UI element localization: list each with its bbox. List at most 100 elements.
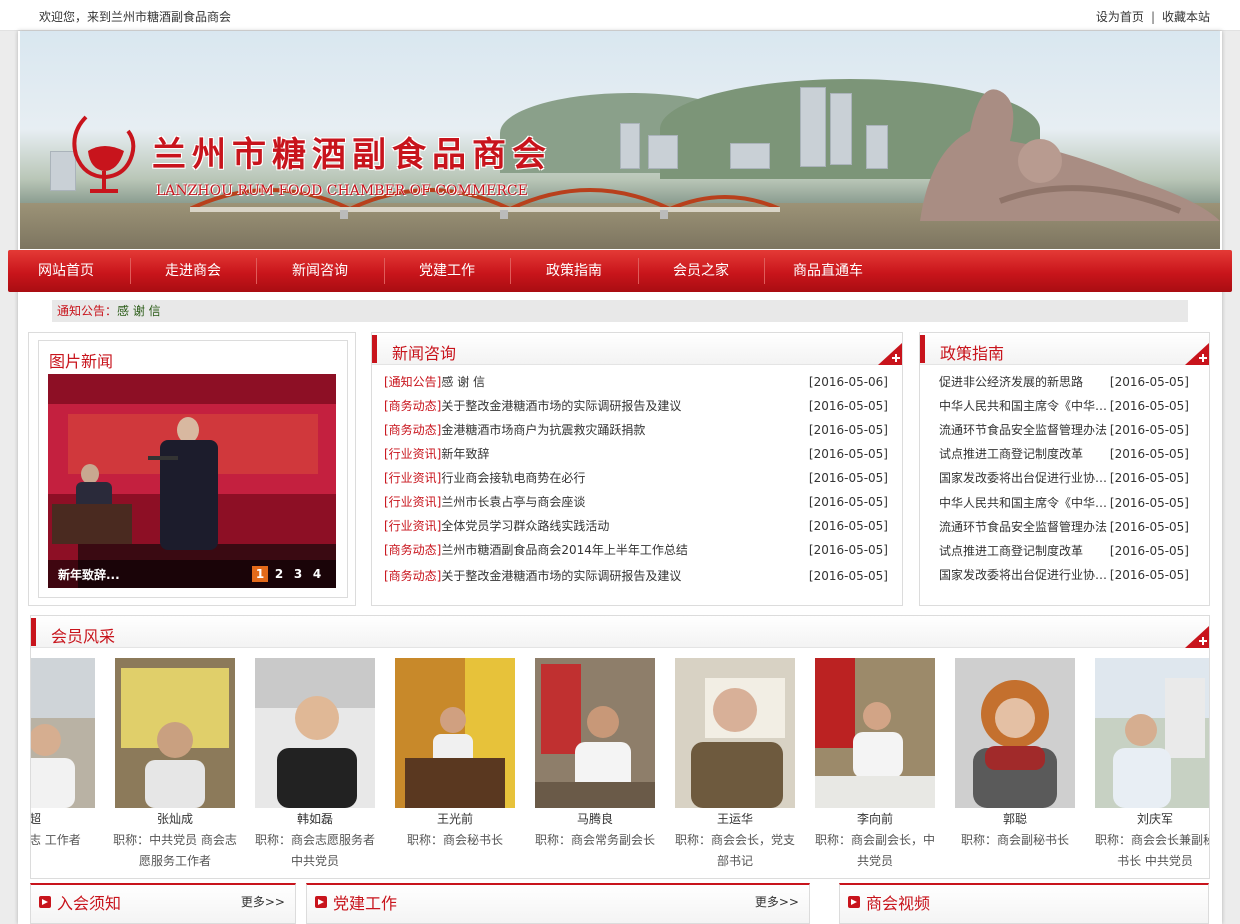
set-home-link[interactable]: 设为首页 bbox=[1096, 10, 1144, 24]
link-separator: | bbox=[1150, 10, 1155, 24]
member-name[interactable]: 韩如磊 bbox=[255, 810, 375, 827]
notice-bar: 通知公告：感 谢 信 bbox=[52, 300, 1188, 322]
news-date: [2016-05-05] bbox=[808, 519, 888, 533]
news-link[interactable]: 新年致辞 bbox=[441, 447, 489, 461]
slide-page-1[interactable]: 1 bbox=[252, 566, 268, 582]
notice-link[interactable]: 感 谢 信 bbox=[117, 304, 161, 318]
nav-divider bbox=[764, 258, 765, 284]
news-row[interactable]: [商务动态]兰州市糖酒副食品商会2014年上半年工作总结 [2016-05-05] bbox=[384, 541, 888, 559]
news-category[interactable]: [通知公告] bbox=[384, 375, 441, 389]
member-name[interactable]: 刘庆军 bbox=[1095, 810, 1209, 827]
slide-page-4[interactable]: 4 bbox=[309, 566, 325, 582]
nav-item-products[interactable]: 商品直通车 bbox=[793, 250, 863, 292]
slide-caption[interactable]: 新年致辞... bbox=[58, 566, 120, 583]
news-category[interactable]: [行业资讯] bbox=[384, 471, 441, 485]
bookmark-link[interactable]: 收藏本站 bbox=[1162, 10, 1210, 24]
member-name[interactable]: 郭聪 bbox=[955, 810, 1075, 827]
policy-row[interactable]: 中华人民共和国主席令《中华… [2016-05-05] bbox=[939, 397, 1189, 415]
policy-link[interactable]: 中华人民共和国主席令《中华… bbox=[939, 397, 1111, 415]
member-role: 职称：商会志愿服务者 中共党员 bbox=[254, 833, 375, 868]
member-photo[interactable] bbox=[395, 658, 515, 808]
policy-row[interactable]: 流通环节食品安全监督管理办法 [2016-05-05] bbox=[939, 421, 1189, 439]
slide-page-3[interactable]: 3 bbox=[290, 566, 306, 582]
policy-row[interactable]: 促进非公经济发展的新思路 [2016-05-05] bbox=[939, 373, 1189, 391]
news-title: 新闻咨询 bbox=[392, 344, 457, 363]
arrow-icon bbox=[848, 896, 860, 908]
policy-link[interactable]: 国家发改委将出台促进行业协… bbox=[939, 566, 1111, 584]
members-title: 会员风采 bbox=[51, 627, 116, 646]
member-role: 职称：商会副秘书长 bbox=[960, 833, 1069, 847]
nav-item-policy[interactable]: 政策指南 bbox=[546, 250, 602, 292]
news-category[interactable]: [商务动态] bbox=[384, 543, 441, 557]
policy-title: 政策指南 bbox=[940, 344, 1005, 363]
member-name[interactable]: 李向前 bbox=[815, 810, 935, 827]
member-name[interactable]: 王光前 bbox=[395, 810, 515, 827]
news-category[interactable]: [商务动态] bbox=[384, 569, 441, 583]
member-photo[interactable] bbox=[675, 658, 795, 808]
member-photo[interactable] bbox=[1095, 658, 1210, 808]
news-link[interactable]: 兰州市长袁占亭与商会座谈 bbox=[441, 495, 585, 509]
news-category[interactable]: [商务动态] bbox=[384, 423, 441, 437]
policy-link[interactable]: 流通环节食品安全监督管理办法 bbox=[939, 421, 1111, 439]
news-row[interactable]: [行业资讯]行业商会接轨电商势在必行 [2016-05-05] bbox=[384, 469, 888, 487]
news-row[interactable]: [行业资讯]兰州市长袁占亭与商会座谈 [2016-05-05] bbox=[384, 493, 888, 511]
nav-item-news[interactable]: 新闻咨询 bbox=[292, 250, 348, 292]
news-link[interactable]: 感 谢 信 bbox=[441, 375, 485, 389]
policy-row[interactable]: 国家发改委将出台促进行业协… [2016-05-05] bbox=[939, 469, 1189, 487]
policy-link[interactable]: 中华人民共和国主席令《中华… bbox=[939, 494, 1111, 512]
news-category[interactable]: [行业资讯] bbox=[384, 447, 441, 461]
news-row[interactable]: [通知公告]感 谢 信 [2016-05-06] bbox=[384, 373, 888, 391]
news-link[interactable]: 金港糖酒市场商户为抗震救灾踊跃捐款 bbox=[441, 423, 645, 437]
news-category[interactable]: [行业资讯] bbox=[384, 495, 441, 509]
news-link[interactable]: 关于整改金港糖酒市场的实际调研报告及建议 bbox=[441, 399, 681, 413]
member-photo[interactable] bbox=[255, 658, 375, 808]
nav-item-party[interactable]: 党建工作 bbox=[419, 250, 475, 292]
policy-link[interactable]: 促进非公经济发展的新思路 bbox=[939, 373, 1111, 391]
policy-row[interactable]: 国家发改委将出台促进行业协… [2016-05-05] bbox=[939, 566, 1189, 584]
policy-link[interactable]: 试点推进工商登记制度改革 bbox=[939, 542, 1111, 560]
news-row[interactable]: [行业资讯]新年致辞 [2016-05-05] bbox=[384, 445, 888, 463]
slide-page-2[interactable]: 2 bbox=[271, 566, 287, 582]
policy-link[interactable]: 流通环节食品安全监督管理办法 bbox=[939, 518, 1111, 536]
policy-row[interactable]: 试点推进工商登记制度改革 [2016-05-05] bbox=[939, 542, 1189, 560]
member-name[interactable]: 超 bbox=[31, 810, 95, 827]
party-more-link[interactable]: 更多>> bbox=[755, 893, 799, 910]
member-photo[interactable] bbox=[815, 658, 935, 808]
picture-news-slideshow[interactable]: 新年致辞... 1 2 3 4 bbox=[48, 374, 336, 588]
member-photo[interactable] bbox=[30, 658, 95, 808]
more-plus-icon[interactable] bbox=[878, 343, 902, 365]
member-photo[interactable] bbox=[535, 658, 655, 808]
policy-date: [2016-05-05] bbox=[1109, 423, 1189, 437]
join-more-link[interactable]: 更多>> bbox=[241, 893, 285, 910]
nav-item-about[interactable]: 走进商会 bbox=[165, 250, 221, 292]
news-row[interactable]: [商务动态]关于整改金港糖酒市场的实际调研报告及建议 [2016-05-05] bbox=[384, 567, 888, 585]
news-category[interactable]: [行业资讯] bbox=[384, 519, 441, 533]
nav-item-members[interactable]: 会员之家 bbox=[673, 250, 729, 292]
policy-date: [2016-05-05] bbox=[1109, 496, 1189, 510]
more-plus-icon[interactable] bbox=[1185, 626, 1209, 648]
more-plus-icon[interactable] bbox=[1185, 343, 1209, 365]
member-name[interactable]: 马腾良 bbox=[535, 810, 655, 827]
member-name[interactable]: 王运华 bbox=[675, 810, 795, 827]
policy-link[interactable]: 试点推进工商登记制度改革 bbox=[939, 445, 1111, 463]
member-name[interactable]: 张灿成 bbox=[115, 810, 235, 827]
policy-row[interactable]: 试点推进工商登记制度改革 [2016-05-05] bbox=[939, 445, 1189, 463]
news-link[interactable]: 关于整改金港糖酒市场的实际调研报告及建议 bbox=[441, 569, 681, 583]
policy-row[interactable]: 中华人民共和国主席令《中华… [2016-05-05] bbox=[939, 494, 1189, 512]
news-row[interactable]: [行业资讯]全体党员学习群众路线实践活动 [2016-05-05] bbox=[384, 517, 888, 535]
member-role: 员 商会志 工作者 bbox=[30, 833, 81, 847]
member-photo[interactable] bbox=[955, 658, 1075, 808]
news-link[interactable]: 兰州市糖酒副食品商会2014年上半年工作总结 bbox=[441, 543, 688, 557]
news-row[interactable]: [商务动态]金港糖酒市场商户为抗震救灾踊跃捐款 [2016-05-05] bbox=[384, 421, 888, 439]
policy-row[interactable]: 流通环节食品安全监督管理办法 [2016-05-05] bbox=[939, 518, 1189, 536]
slide-caption-bar: 新年致辞... 1 2 3 4 bbox=[48, 560, 336, 588]
member-photo[interactable] bbox=[115, 658, 235, 808]
arrow-icon bbox=[39, 896, 51, 908]
news-row[interactable]: [商务动态]关于整改金港糖酒市场的实际调研报告及建议 [2016-05-05] bbox=[384, 397, 888, 415]
news-category[interactable]: [商务动态] bbox=[384, 399, 441, 413]
building-shape bbox=[830, 93, 852, 165]
nav-item-home[interactable]: 网站首页 bbox=[38, 250, 94, 292]
news-link[interactable]: 全体党员学习群众路线实践活动 bbox=[441, 519, 609, 533]
policy-link[interactable]: 国家发改委将出台促进行业协… bbox=[939, 469, 1111, 487]
news-link[interactable]: 行业商会接轨电商势在必行 bbox=[441, 471, 585, 485]
